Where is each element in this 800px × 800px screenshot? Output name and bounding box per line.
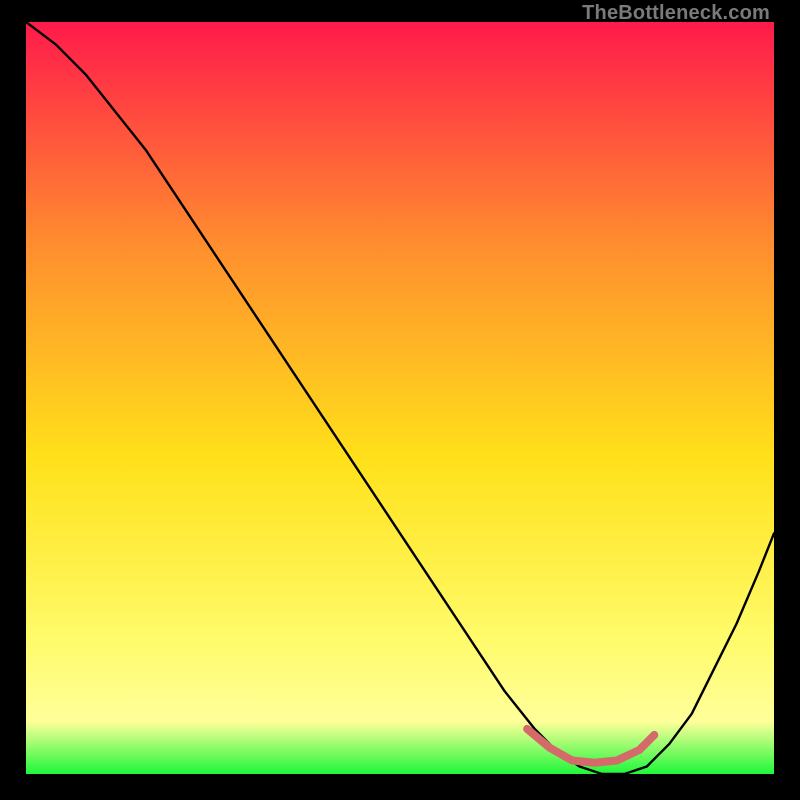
bottleneck-chart <box>26 22 774 774</box>
chart-frame <box>26 22 774 774</box>
gradient-background <box>26 22 774 774</box>
